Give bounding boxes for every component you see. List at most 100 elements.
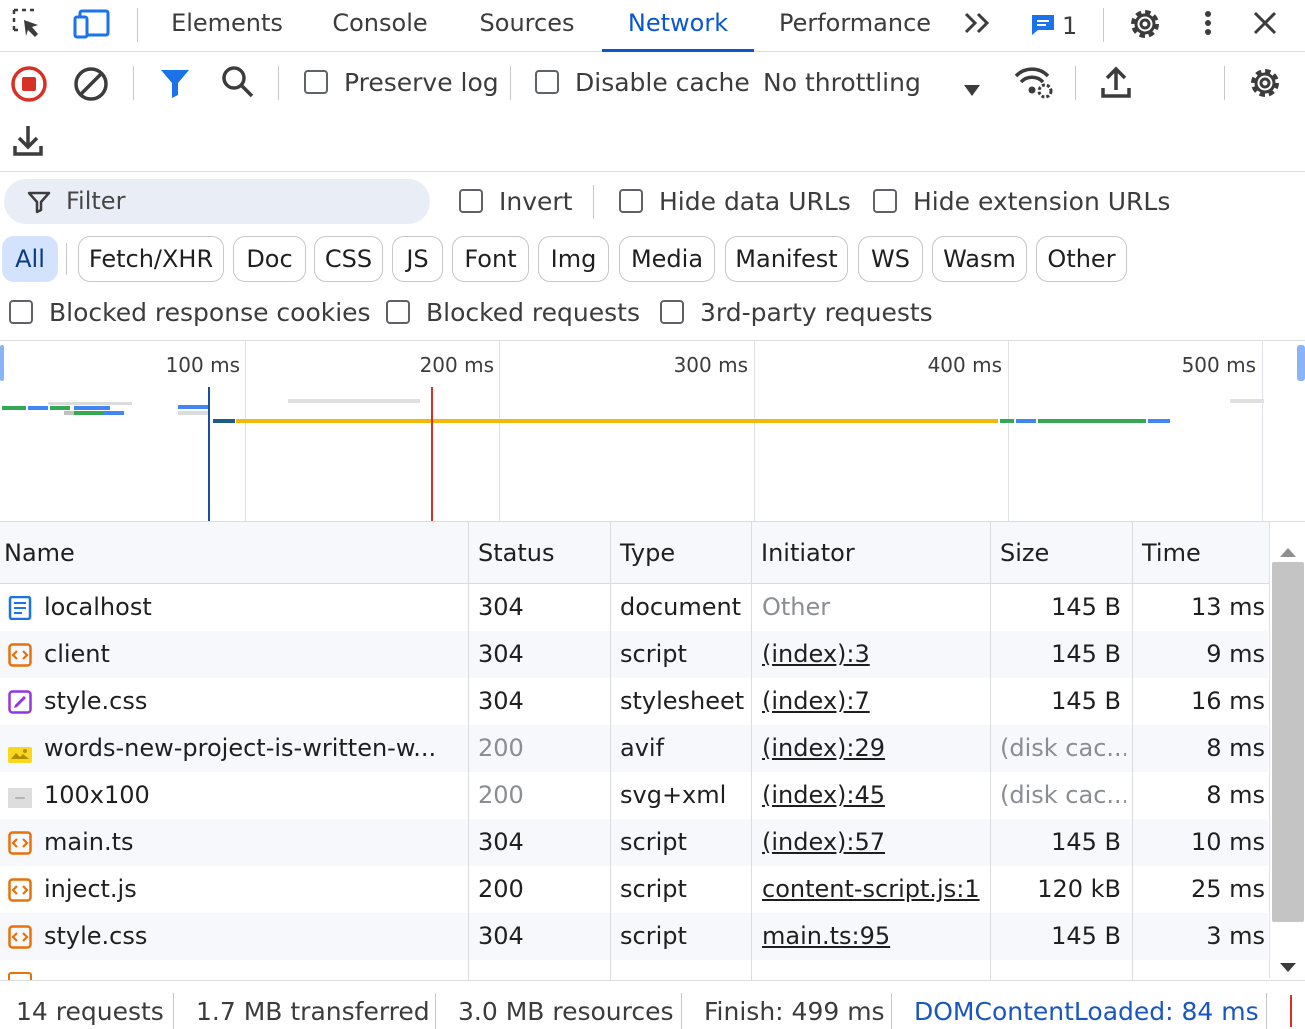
request-initiator-link[interactable]: (index):57 [762, 819, 982, 866]
scroll-up-arrow-icon[interactable] [1279, 536, 1297, 557]
chip-js[interactable]: JS [392, 236, 443, 282]
request-time: 8 ms [1206, 781, 1265, 809]
preserve-log-label[interactable]: Preserve log [344, 68, 499, 98]
request-name[interactable]: main.ts [44, 819, 462, 866]
chip-wasm[interactable]: Wasm [932, 236, 1027, 282]
filter-box[interactable] [4, 179, 430, 224]
hide-extension-urls-label[interactable]: Hide extension URLs [913, 187, 1170, 217]
column-header-time[interactable]: Time [1132, 522, 1268, 584]
request-type: script [620, 640, 687, 668]
issues-icon[interactable] [1030, 12, 1056, 38]
overview-left-handle[interactable] [0, 345, 4, 381]
column-header-name[interactable]: Name [0, 522, 464, 584]
invert-label[interactable]: Invert [499, 187, 572, 217]
chip-media[interactable]: Media [619, 236, 715, 282]
chevron-down-icon[interactable] [962, 76, 982, 96]
request-name[interactable]: words-new-project-is-written-w... [44, 725, 462, 772]
table-row[interactable]: style.css 304 script main.ts:95 145 B 3 … [0, 913, 1268, 960]
request-name[interactable]: 100x100 [44, 772, 462, 819]
tab-network[interactable]: Network [602, 0, 754, 52]
table-row[interactable]: main.ts 304 script (index):57 145 B 10 m… [0, 819, 1268, 866]
device-toolbar-icon[interactable] [72, 6, 112, 42]
network-conditions-icon[interactable] [1012, 64, 1056, 100]
blocked-requests-checkbox[interactable] [386, 300, 410, 324]
chip-css[interactable]: CSS [314, 236, 383, 282]
request-bar [1000, 419, 1014, 423]
request-name[interactable]: localhost [44, 584, 462, 631]
chip-all[interactable]: All [2, 236, 58, 282]
clear-icon[interactable] [72, 65, 110, 103]
table-row[interactable]: words-new-project-is-written-w... 200 av… [0, 725, 1268, 772]
chip-manifest[interactable]: Manifest [725, 236, 848, 282]
column-header-status[interactable]: Status [468, 522, 608, 584]
chip-ws[interactable]: WS [858, 236, 923, 282]
chip-font[interactable]: Font [452, 236, 529, 282]
request-initiator-link[interactable]: main.ts:95 [762, 913, 982, 960]
request-bar [1038, 419, 1146, 423]
request-name[interactable]: style.css [44, 913, 462, 960]
tab-performance[interactable]: Performance [770, 0, 940, 52]
tick-label: 100 ms [165, 353, 240, 377]
issues-count[interactable]: 1 [1062, 12, 1077, 40]
blocked-cookies-checkbox[interactable] [9, 300, 33, 324]
request-initiator-link[interactable]: (index):3 [762, 631, 982, 678]
stop-recording-icon[interactable] [10, 65, 48, 103]
tab-sources[interactable]: Sources [468, 0, 586, 52]
invert-checkbox[interactable] [459, 189, 483, 213]
inspect-element-icon[interactable] [10, 6, 46, 42]
hide-data-urls-checkbox[interactable] [619, 189, 643, 213]
preserve-log-checkbox[interactable] [304, 70, 328, 94]
third-party-label[interactable]: 3rd-party requests [700, 298, 933, 328]
chip-img[interactable]: Img [538, 236, 609, 282]
request-initiator-link[interactable]: (index):29 [762, 725, 982, 772]
settings-gear-icon[interactable] [1126, 5, 1164, 43]
disable-cache-checkbox[interactable] [535, 70, 559, 94]
table-row[interactable]: client 304 script (index):3 145 B 9 ms [0, 631, 1268, 678]
request-name[interactable]: inject.js [44, 866, 462, 913]
request-bar [236, 419, 998, 423]
hide-extension-urls-checkbox[interactable] [873, 189, 897, 213]
column-header-type[interactable]: Type [610, 522, 750, 584]
request-initiator-link[interactable]: (index):7 [762, 678, 982, 725]
scroll-thumb[interactable] [1272, 562, 1304, 922]
blocked-cookies-label[interactable]: Blocked response cookies [49, 298, 371, 328]
import-har-icon[interactable] [1100, 64, 1132, 100]
search-icon[interactable] [220, 64, 256, 100]
request-name[interactable]: client [44, 631, 462, 678]
tab-elements[interactable]: Elements [160, 0, 294, 52]
chip-other[interactable]: Other [1036, 236, 1127, 282]
request-initiator-link[interactable]: (index):45 [762, 772, 982, 819]
filter-funnel-icon[interactable] [158, 66, 192, 100]
network-settings-gear-icon[interactable] [1246, 64, 1284, 102]
table-row[interactable]: localhost 304 document Other 145 B 13 ms [0, 584, 1268, 631]
request-status: 304 [478, 640, 524, 668]
hide-data-urls-label[interactable]: Hide data URLs [659, 187, 851, 217]
chip-doc[interactable]: Doc [233, 236, 306, 282]
column-header-size[interactable]: Size [990, 522, 1130, 584]
chip-fetch-xhr[interactable]: Fetch/XHR [78, 236, 224, 282]
more-tabs-icon[interactable] [962, 8, 996, 38]
table-row[interactable]: 100x100 200 svg+xml (index):45 (disk cac… [0, 772, 1268, 819]
filter-input[interactable] [66, 186, 416, 216]
request-bar [288, 399, 420, 403]
tab-console[interactable]: Console [320, 0, 440, 52]
more-options-icon[interactable] [1198, 8, 1218, 40]
blocked-requests-label[interactable]: Blocked requests [426, 298, 640, 328]
disable-cache-label[interactable]: Disable cache [575, 68, 750, 98]
throttling-select[interactable]: No throttling [763, 68, 921, 98]
table-row[interactable]: inject.js 200 script content-script.js:1… [0, 866, 1268, 913]
request-size: 145 B [1051, 593, 1121, 621]
table-row[interactable]: style.css 304 stylesheet (index):7 145 B… [0, 678, 1268, 725]
request-name[interactable]: style.css [44, 678, 462, 725]
request-initiator-link[interactable]: content-script.js:1 [762, 866, 986, 913]
third-party-checkbox[interactable] [660, 300, 684, 324]
divider [1266, 993, 1267, 1029]
column-header-initiator[interactable]: Initiator [751, 522, 989, 584]
network-overview[interactable]: 100 ms 200 ms 300 ms 400 ms 500 ms [0, 340, 1305, 522]
overview-right-handle[interactable] [1297, 345, 1305, 381]
export-har-icon[interactable] [12, 122, 44, 158]
scroll-down-arrow-icon[interactable] [1279, 952, 1297, 972]
table-scrollbar[interactable] [1269, 522, 1305, 978]
table-row-partial[interactable] [0, 960, 1268, 980]
close-icon[interactable] [1250, 8, 1280, 38]
